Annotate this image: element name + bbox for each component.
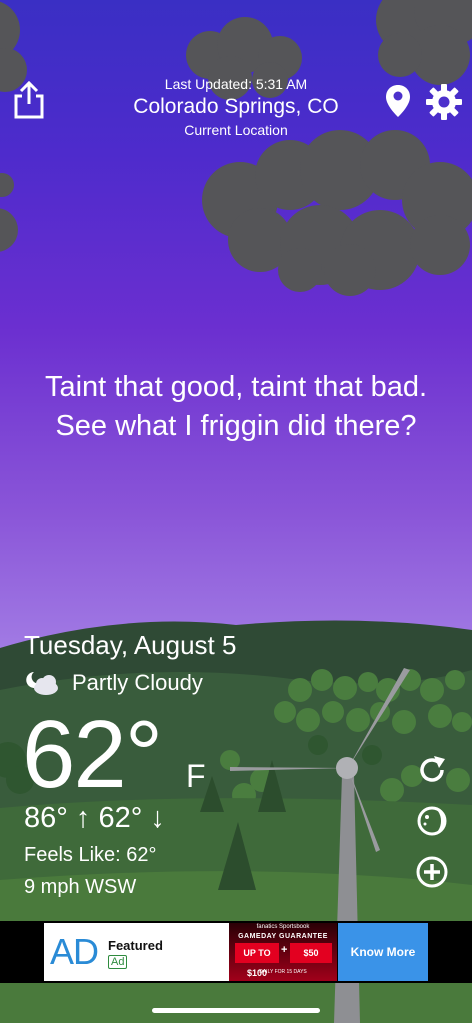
top-bar: Last Updated: 5:31 AM Colorado Springs, … — [0, 0, 472, 150]
ad-plus: + — [281, 944, 288, 956]
temperature-unit[interactable]: F — [186, 758, 206, 795]
add-icon[interactable] — [414, 854, 450, 890]
background-scene — [0, 0, 472, 1023]
condition-text: Partly Cloudy — [72, 670, 203, 695]
city-name[interactable]: Colorado Springs, CO — [100, 95, 372, 119]
ad-image-foot: DAILY FOR 15 DAYS — [259, 969, 307, 975]
ad-offer-2: $50 — [290, 943, 332, 963]
ad-badge: Ad — [108, 955, 128, 969]
weather-screen: Last Updated: 5:31 AM Colorado Springs, … — [0, 0, 472, 1023]
current-location-label: Current Location — [184, 122, 288, 138]
last-updated-text: Last Updated: 5:31 AM — [164, 76, 308, 92]
cloud-left — [0, 173, 18, 252]
ad-image[interactable]: fanatics Sportsbook GAMEDAY GUARANTEE UP… — [229, 923, 337, 981]
ad-title: Featured — [108, 938, 163, 953]
current-temperature: 62° — [22, 701, 163, 808]
location-pin-icon[interactable] — [385, 84, 411, 118]
ad-banner[interactable]: AD Featured Ad fanatics Sportsbook GAMED… — [0, 921, 472, 983]
wind-text: 9 mph WSW — [24, 876, 137, 898]
ad-image-title: GAMEDAY GUARANTEE — [238, 933, 328, 940]
partly-cloudy-night-icon — [26, 672, 58, 695]
share-icon[interactable] — [12, 80, 46, 120]
refresh-icon[interactable] — [414, 752, 450, 788]
weather-quote: Taint that good, taint that bad. See wha… — [44, 371, 428, 442]
feels-like-text: Feels Like: 62° — [24, 844, 157, 866]
cloud-large-right — [202, 130, 472, 296]
know-more-button[interactable]: Know More — [338, 923, 428, 981]
ad-logo: AD — [50, 931, 99, 972]
ad-offer-1: UP TO $100 — [235, 943, 279, 978]
ad-image-brand: fanatics Sportsbook — [256, 924, 310, 930]
moon-phase-icon[interactable] — [414, 803, 450, 839]
ad-content[interactable]: AD Featured Ad — [44, 923, 229, 981]
date-label: Tuesday, August 5 — [24, 630, 237, 660]
gear-icon[interactable] — [426, 84, 462, 120]
high-low-temperature: 86° ↑ 62° ↓ — [24, 802, 165, 834]
home-indicator[interactable] — [152, 1008, 320, 1013]
